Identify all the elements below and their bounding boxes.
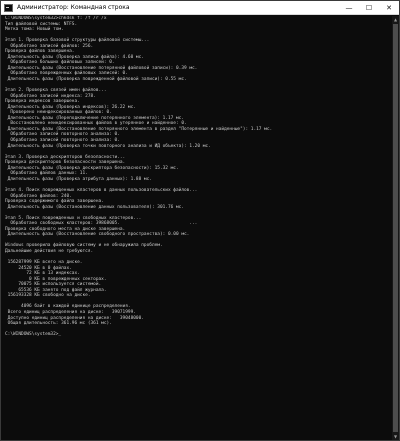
scroll-thumb[interactable] — [393, 24, 398, 432]
vertical-scrollbar[interactable]: ▲ ▼ — [392, 16, 399, 440]
minimize-button[interactable]: — — [339, 1, 359, 15]
close-button[interactable]: ✕ — [379, 1, 399, 15]
command-prompt-window: Администратор: Командная строка — ☐ ✕ C:… — [0, 0, 400, 441]
console-output[interactable]: C:\WINDOWS\system32>chkdsk f: /f /r /x Ти… — [5, 16, 391, 438]
terminal-icon — [4, 3, 13, 12]
console-line: C:\WINDOWS\system32>_ — [5, 332, 62, 338]
scroll-up-arrow[interactable]: ▲ — [392, 16, 399, 23]
scroll-down-arrow[interactable]: ▼ — [392, 433, 399, 440]
maximize-button[interactable]: ☐ — [359, 1, 379, 15]
window-title: Администратор: Командная строка — [17, 4, 130, 11]
title-bar[interactable]: Администратор: Командная строка — ☐ ✕ — [1, 1, 399, 15]
